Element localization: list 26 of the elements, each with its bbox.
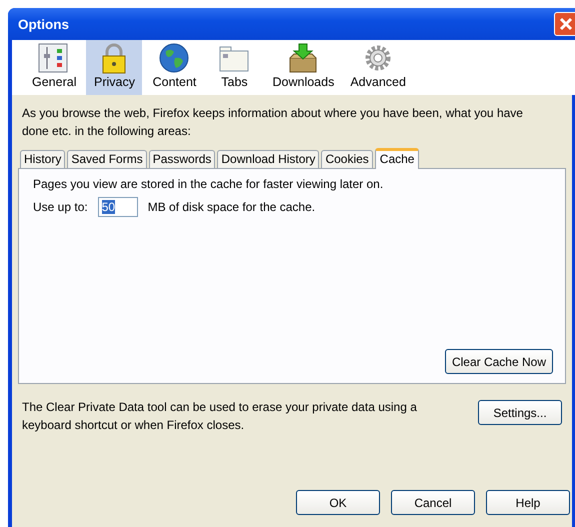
settings-button[interactable]: Settings... — [478, 400, 562, 425]
globe-icon — [157, 42, 192, 74]
size-unit-label: MB of disk space for the cache. — [148, 200, 316, 214]
tab[interactable]: Download History — [217, 150, 320, 168]
close-button[interactable] — [554, 12, 575, 36]
cache-size-field[interactable]: 50 — [98, 197, 138, 217]
dialog-button[interactable]: OK — [296, 490, 380, 515]
use-up-to-label: Use up to: — [33, 200, 88, 214]
toolbar-tab[interactable]: Tabs — [206, 40, 262, 95]
tab[interactable]: Saved Forms — [67, 150, 147, 168]
toolbar-tab[interactable]: Downloads — [266, 40, 340, 95]
tab[interactable]: Cookies — [321, 150, 373, 168]
clear-cache-button[interactable]: Clear Cache Now — [444, 349, 553, 374]
toolbar-tab[interactable]: Content — [146, 40, 202, 95]
cache-description: Pages you view are stored in the cache for faster viewing later on. — [33, 177, 384, 191]
window-title: Options — [18, 16, 70, 32]
intro-text: As you browse the web, Firefox keeps information about where you have been, what you have done etc. in the following areas: — [22, 105, 524, 140]
tab[interactable]: Cache — [374, 148, 420, 169]
tab[interactable]: History — [20, 150, 66, 168]
toolbar-tab[interactable]: General — [26, 40, 82, 95]
dialog-button[interactable]: Cancel — [391, 490, 475, 515]
toolbar-tab[interactable]: Privacy — [86, 40, 142, 95]
toolbar-tab[interactable]: Advanced — [344, 40, 412, 95]
dialog-button[interactable]: Help — [486, 490, 570, 515]
tab[interactable]: Passwords — [148, 150, 216, 168]
clear-private-data-text: The Clear Private Data tool can be used to erase your private data using a keyboard shortcut or when Firefox closes. — [22, 399, 418, 434]
